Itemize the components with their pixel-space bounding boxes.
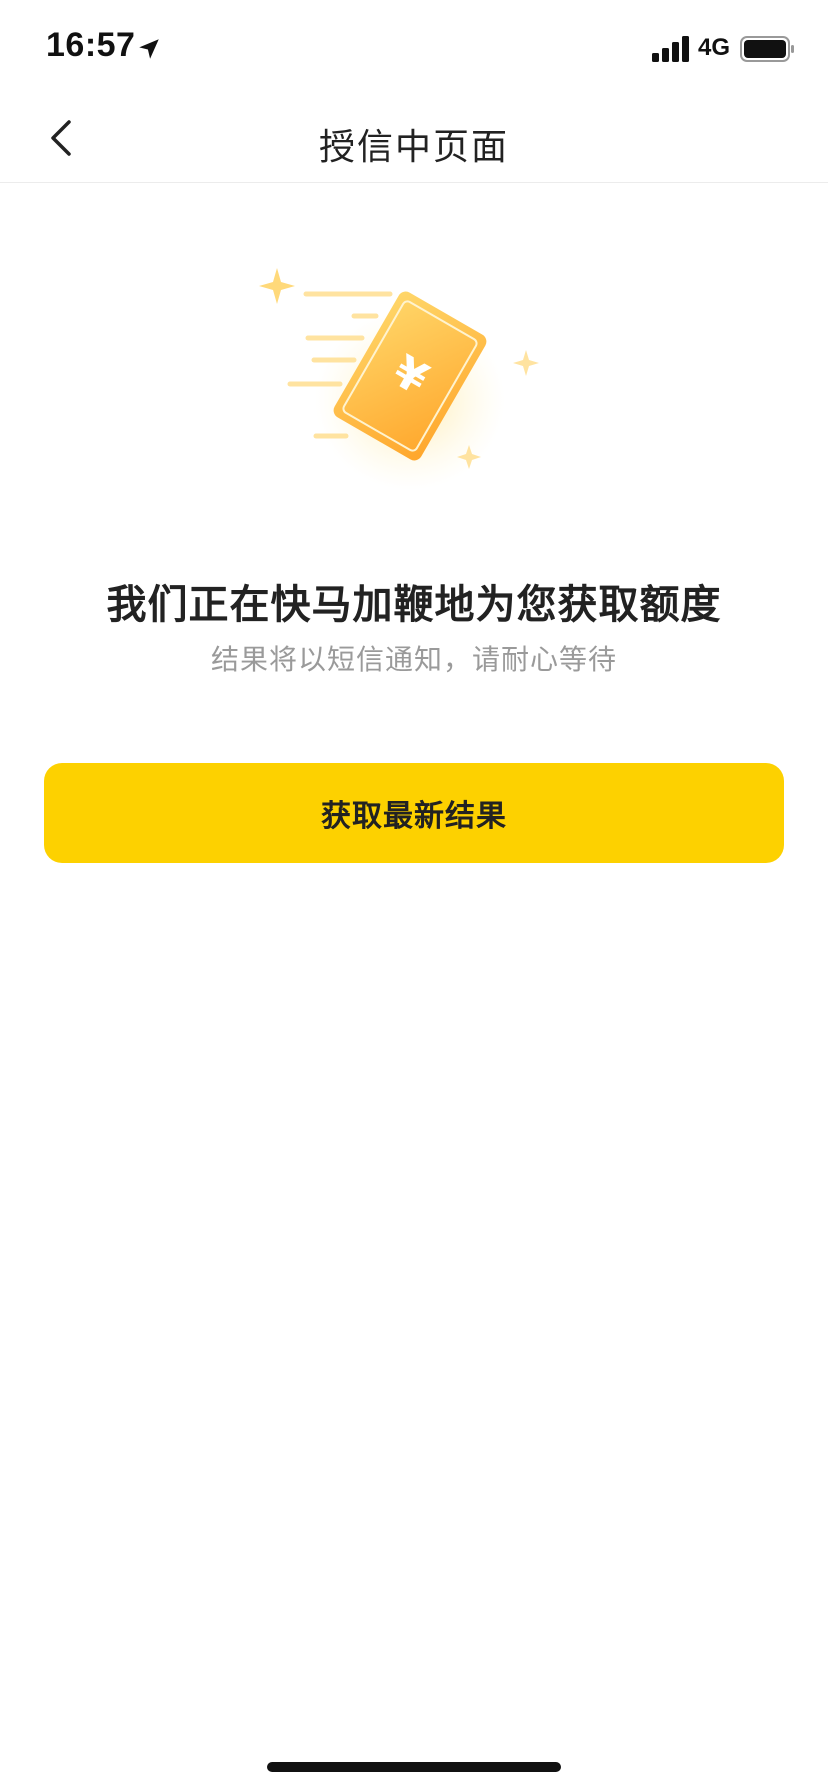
network-type-label: 4G xyxy=(698,34,731,61)
signal-bars-icon xyxy=(652,36,689,62)
page-title: 授信中页面 xyxy=(318,127,509,168)
home-indicator xyxy=(267,1762,561,1772)
battery-icon xyxy=(740,36,794,62)
money-card-illustration: ¥ xyxy=(259,268,539,490)
sparkle-icon xyxy=(259,268,295,304)
status-headline: 我们正在快马加鞭地为您获取额度 xyxy=(106,582,722,628)
nav-bar: 授信中页面 xyxy=(0,96,828,183)
status-time: 16:57 xyxy=(46,26,136,64)
status-bar: 16:57 4G xyxy=(0,0,828,96)
status-subtext: 结果将以短信通知，请耐心等待 xyxy=(210,643,617,676)
sparkle-icon xyxy=(513,350,539,376)
location-arrow-icon xyxy=(139,39,159,59)
get-latest-result-button[interactable]: 获取最新结果 xyxy=(44,763,784,863)
